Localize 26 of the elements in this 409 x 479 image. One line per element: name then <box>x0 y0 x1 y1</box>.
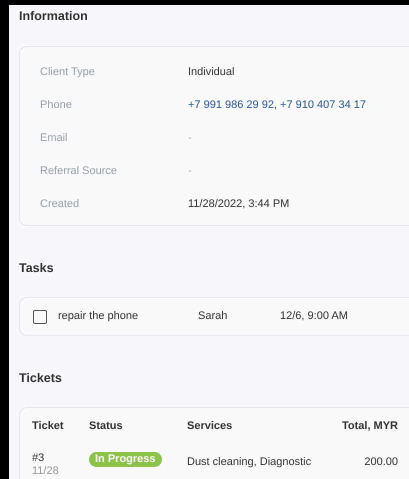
phone-link[interactable]: +7 991 986 29 92, +7 910 407 34 17 <box>188 99 366 112</box>
section-title: Tickets <box>19 371 63 386</box>
column-header: Ticket <box>32 420 64 432</box>
table-cell: 200.00 <box>364 456 398 468</box>
field-label: Created <box>40 197 80 212</box>
status-badge: In Progress <box>89 452 162 467</box>
task-due: 12/6, 9:00 AM <box>280 309 348 324</box>
field-value: Individual <box>188 66 234 78</box>
column-header: Total, MYR <box>342 420 398 432</box>
field-label: Referral Source <box>40 164 118 180</box>
ticket-date: 11/28 <box>32 465 60 477</box>
field-value: 11/28/2022, 3:44 PM <box>188 198 290 210</box>
table-cell: Dust cleaning, Diagnostic <box>187 456 312 468</box>
field-value: - <box>188 165 192 178</box>
ticket-number[interactable]: #3 <box>32 452 89 465</box>
field-label: Client Type <box>40 65 96 80</box>
section-title: Information <box>19 9 89 24</box>
task-title: repair the phone <box>58 309 140 324</box>
field-value: - <box>188 132 192 144</box>
task-assignee: Sarah <box>198 309 228 324</box>
field-label: Email <box>40 131 69 146</box>
task-checkbox[interactable] <box>33 310 47 324</box>
column-header: Status <box>89 420 123 432</box>
field-label: Phone <box>40 98 73 114</box>
column-header: Services <box>187 420 232 432</box>
section-title: Tasks <box>19 261 55 276</box>
